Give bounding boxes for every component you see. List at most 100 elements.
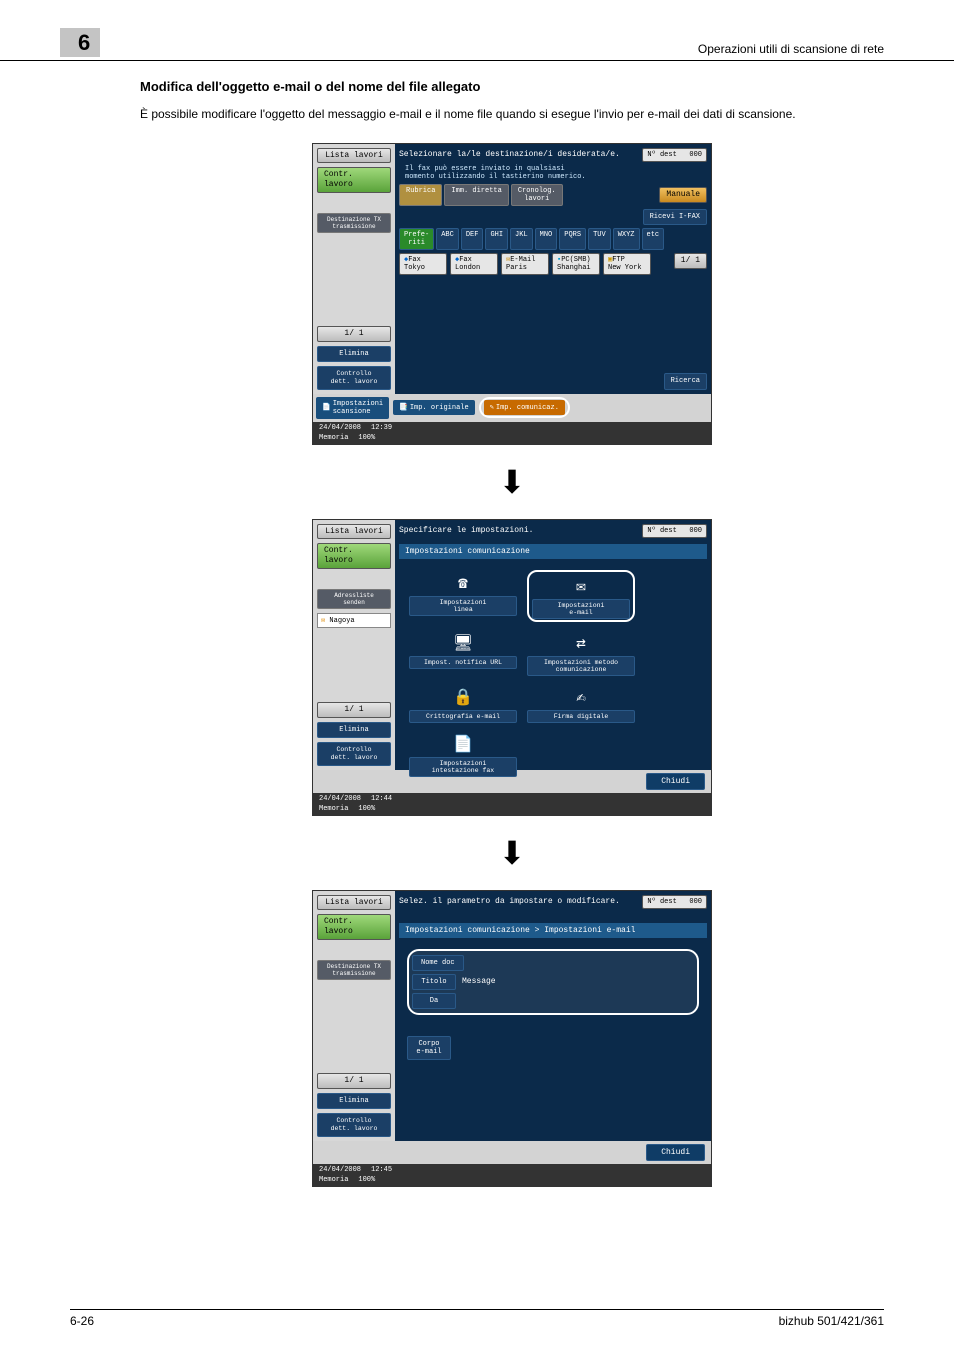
dest-tx-label: Destinazione TX trasmissione xyxy=(317,960,391,980)
product-name: bizhub 501/421/361 xyxy=(779,1314,884,1328)
ricerca-button[interactable]: Ricerca xyxy=(664,373,707,389)
status-pct: 100% xyxy=(358,1176,375,1184)
dest-newyork[interactable]: ▣FTPNew York xyxy=(603,253,651,275)
comm-icon: ✎ xyxy=(490,403,494,412)
manuale-button[interactable]: Manuale xyxy=(659,187,707,203)
lista-lavori-button[interactable]: Lista lavori xyxy=(317,524,391,540)
hint-text: Il fax può essere inviato in qualsiasi m… xyxy=(399,165,707,181)
corpo-email-button[interactable]: Corpo e-mail xyxy=(407,1036,451,1060)
status-mem: Memoria xyxy=(319,434,348,442)
dest-shanghai[interactable]: ▪PC(SMB)Shanghai xyxy=(552,253,600,275)
header-title: Operazioni utili di scansione di rete xyxy=(698,42,884,56)
top-message: Selez. il parametro da impostare o modif… xyxy=(399,897,620,906)
status-time: 12:44 xyxy=(371,795,392,803)
addresslist-label: Adressliste senden xyxy=(317,589,391,609)
left-pager: 1/ 1 xyxy=(317,702,391,718)
ricevi-ifax-button[interactable]: Ricevi I-FAX xyxy=(643,209,707,225)
opt-url[interactable]: 🖥Impost. notifica URL xyxy=(409,630,517,676)
top-message: Specificare le impostazioni. xyxy=(399,526,533,535)
page-number: 6-26 xyxy=(70,1314,94,1328)
filter-abc[interactable]: ABC xyxy=(436,228,459,250)
filter-tuv[interactable]: TUV xyxy=(588,228,611,250)
panel-title: Impostazioni comunicazione xyxy=(399,544,707,559)
signature-icon: ✍ xyxy=(576,684,586,710)
pager: 1/ 1 xyxy=(674,253,707,269)
filter-def[interactable]: DEF xyxy=(461,228,484,250)
status-date: 24/04/2008 xyxy=(319,795,361,803)
email-icon: ✉ xyxy=(576,573,586,599)
screen-email-settings: Lista lavori Contr. lavoro Destinazione … xyxy=(312,890,712,1187)
tab-rubrica[interactable]: Rubrica xyxy=(399,184,442,206)
left-pager: 1/ 1 xyxy=(317,1073,391,1089)
titolo-value: Message xyxy=(462,977,496,986)
lista-lavori-button[interactable]: Lista lavori xyxy=(317,148,391,164)
panel-title: Impostazioni comunicazione > Impostazion… xyxy=(399,923,707,938)
opt-fax-header[interactable]: 📄Impostazioni intestazione fax xyxy=(409,731,517,777)
filter-pqrs[interactable]: PQRS xyxy=(559,228,586,250)
opt-firma[interactable]: ✍Firma digitale xyxy=(527,684,635,723)
screen-scan-destination: Lista lavori Contr. lavoro Destinazione … xyxy=(312,143,712,445)
status-date: 24/04/2008 xyxy=(319,424,361,432)
chiudi-button[interactable]: Chiudi xyxy=(646,773,705,790)
status-time: 12:39 xyxy=(371,424,392,432)
controllo-dett-button[interactable]: Controllo dett. lavoro xyxy=(317,742,391,766)
status-pct: 100% xyxy=(358,805,375,813)
status-time: 12:45 xyxy=(371,1166,392,1174)
left-pager: 1/ 1 xyxy=(317,326,391,342)
tab-imm-diretta[interactable]: Imm. diretta xyxy=(444,184,508,206)
foot-imp-scansione[interactable]: 📄Impostazioni scansione xyxy=(316,397,389,419)
filter-preferiti[interactable]: Prefe- riti xyxy=(399,228,434,250)
tab-cronolog[interactable]: Cronolog. lavori xyxy=(511,184,563,206)
da-button[interactable]: Da xyxy=(412,993,456,1009)
section-title: Modifica dell'oggetto e-mail o del nome … xyxy=(140,79,884,94)
titolo-button[interactable]: Titolo xyxy=(412,974,456,990)
dest-count: Nº dest 000 xyxy=(642,524,707,538)
screen-comm-settings: Lista lavori Contr. lavoro Adressliste s… xyxy=(312,519,712,816)
contr-lavoro-button[interactable]: Contr. lavoro xyxy=(317,543,391,568)
nagoya-item[interactable]: ✉ Nagoya xyxy=(317,613,391,628)
method-icon: ⇄ xyxy=(576,630,586,656)
lista-lavori-button[interactable]: Lista lavori xyxy=(317,895,391,911)
controllo-dett-button[interactable]: Controllo dett. lavoro xyxy=(317,366,391,390)
foot-imp-comunicaz[interactable]: ✎Imp. comunicaz. xyxy=(484,400,565,415)
filter-mno[interactable]: MNO xyxy=(535,228,558,250)
dest-paris[interactable]: ✉E-MailParis xyxy=(501,253,549,275)
dest-tx-label: Destinazione TX trasmissione xyxy=(317,213,391,233)
nome-doc-button[interactable]: Nome doc xyxy=(412,955,464,971)
contr-lavoro-button[interactable]: Contr. lavoro xyxy=(317,167,391,192)
url-icon: 🖥 xyxy=(453,630,473,656)
arrow-down-icon: ⬇ xyxy=(499,463,526,501)
elimina-button[interactable]: Elimina xyxy=(317,722,391,738)
filter-wxyz[interactable]: WXYZ xyxy=(613,228,640,250)
dest-london[interactable]: ◆FaxLondon xyxy=(450,253,498,275)
controllo-dett-button[interactable]: Controllo dett. lavoro xyxy=(317,1113,391,1137)
elimina-button[interactable]: Elimina xyxy=(317,1093,391,1109)
contr-lavoro-button[interactable]: Contr. lavoro xyxy=(317,914,391,939)
phone-line-icon: ☎ xyxy=(458,570,468,596)
filter-ghi[interactable]: GHI xyxy=(485,228,508,250)
opt-linea[interactable]: ☎Impostazioni linea xyxy=(409,570,517,622)
filter-etc[interactable]: etc xyxy=(642,228,665,250)
filter-key-row: Prefe- riti ABC DEF GHI JKL MNO PQRS TUV… xyxy=(399,228,707,250)
section-body: È possibile modificare l'oggetto del mes… xyxy=(140,106,884,123)
chiudi-button[interactable]: Chiudi xyxy=(646,1144,705,1161)
chapter-number: 6 xyxy=(60,28,100,57)
opt-email[interactable]: ✉Impostazioni e-mail xyxy=(527,570,635,622)
opt-crypto[interactable]: 🔒Crittografia e-mail xyxy=(409,684,517,723)
opt-metodo[interactable]: ⇄Impostazioni metodo comunicazione xyxy=(527,630,635,676)
dest-tokyo[interactable]: ◆FaxTokyo xyxy=(399,253,447,275)
top-message: Selezionare la/le destinazione/i desider… xyxy=(399,150,620,159)
fax-header-icon: 📄 xyxy=(453,731,473,757)
dest-count: Nº dest 000 xyxy=(642,895,707,909)
status-mem: Memoria xyxy=(319,1176,348,1184)
status-pct: 100% xyxy=(358,434,375,442)
arrow-down-icon: ⬇ xyxy=(499,834,526,872)
doc-icon: 📑 xyxy=(399,403,408,412)
lock-icon: 🔒 xyxy=(453,684,473,710)
dest-count: Nº dest 000 xyxy=(642,148,707,162)
status-mem: Memoria xyxy=(319,805,348,813)
foot-imp-originale[interactable]: 📑Imp. originale xyxy=(393,400,475,415)
elimina-button[interactable]: Elimina xyxy=(317,346,391,362)
scan-icon: 📄 xyxy=(322,403,331,412)
filter-jkl[interactable]: JKL xyxy=(510,228,533,250)
